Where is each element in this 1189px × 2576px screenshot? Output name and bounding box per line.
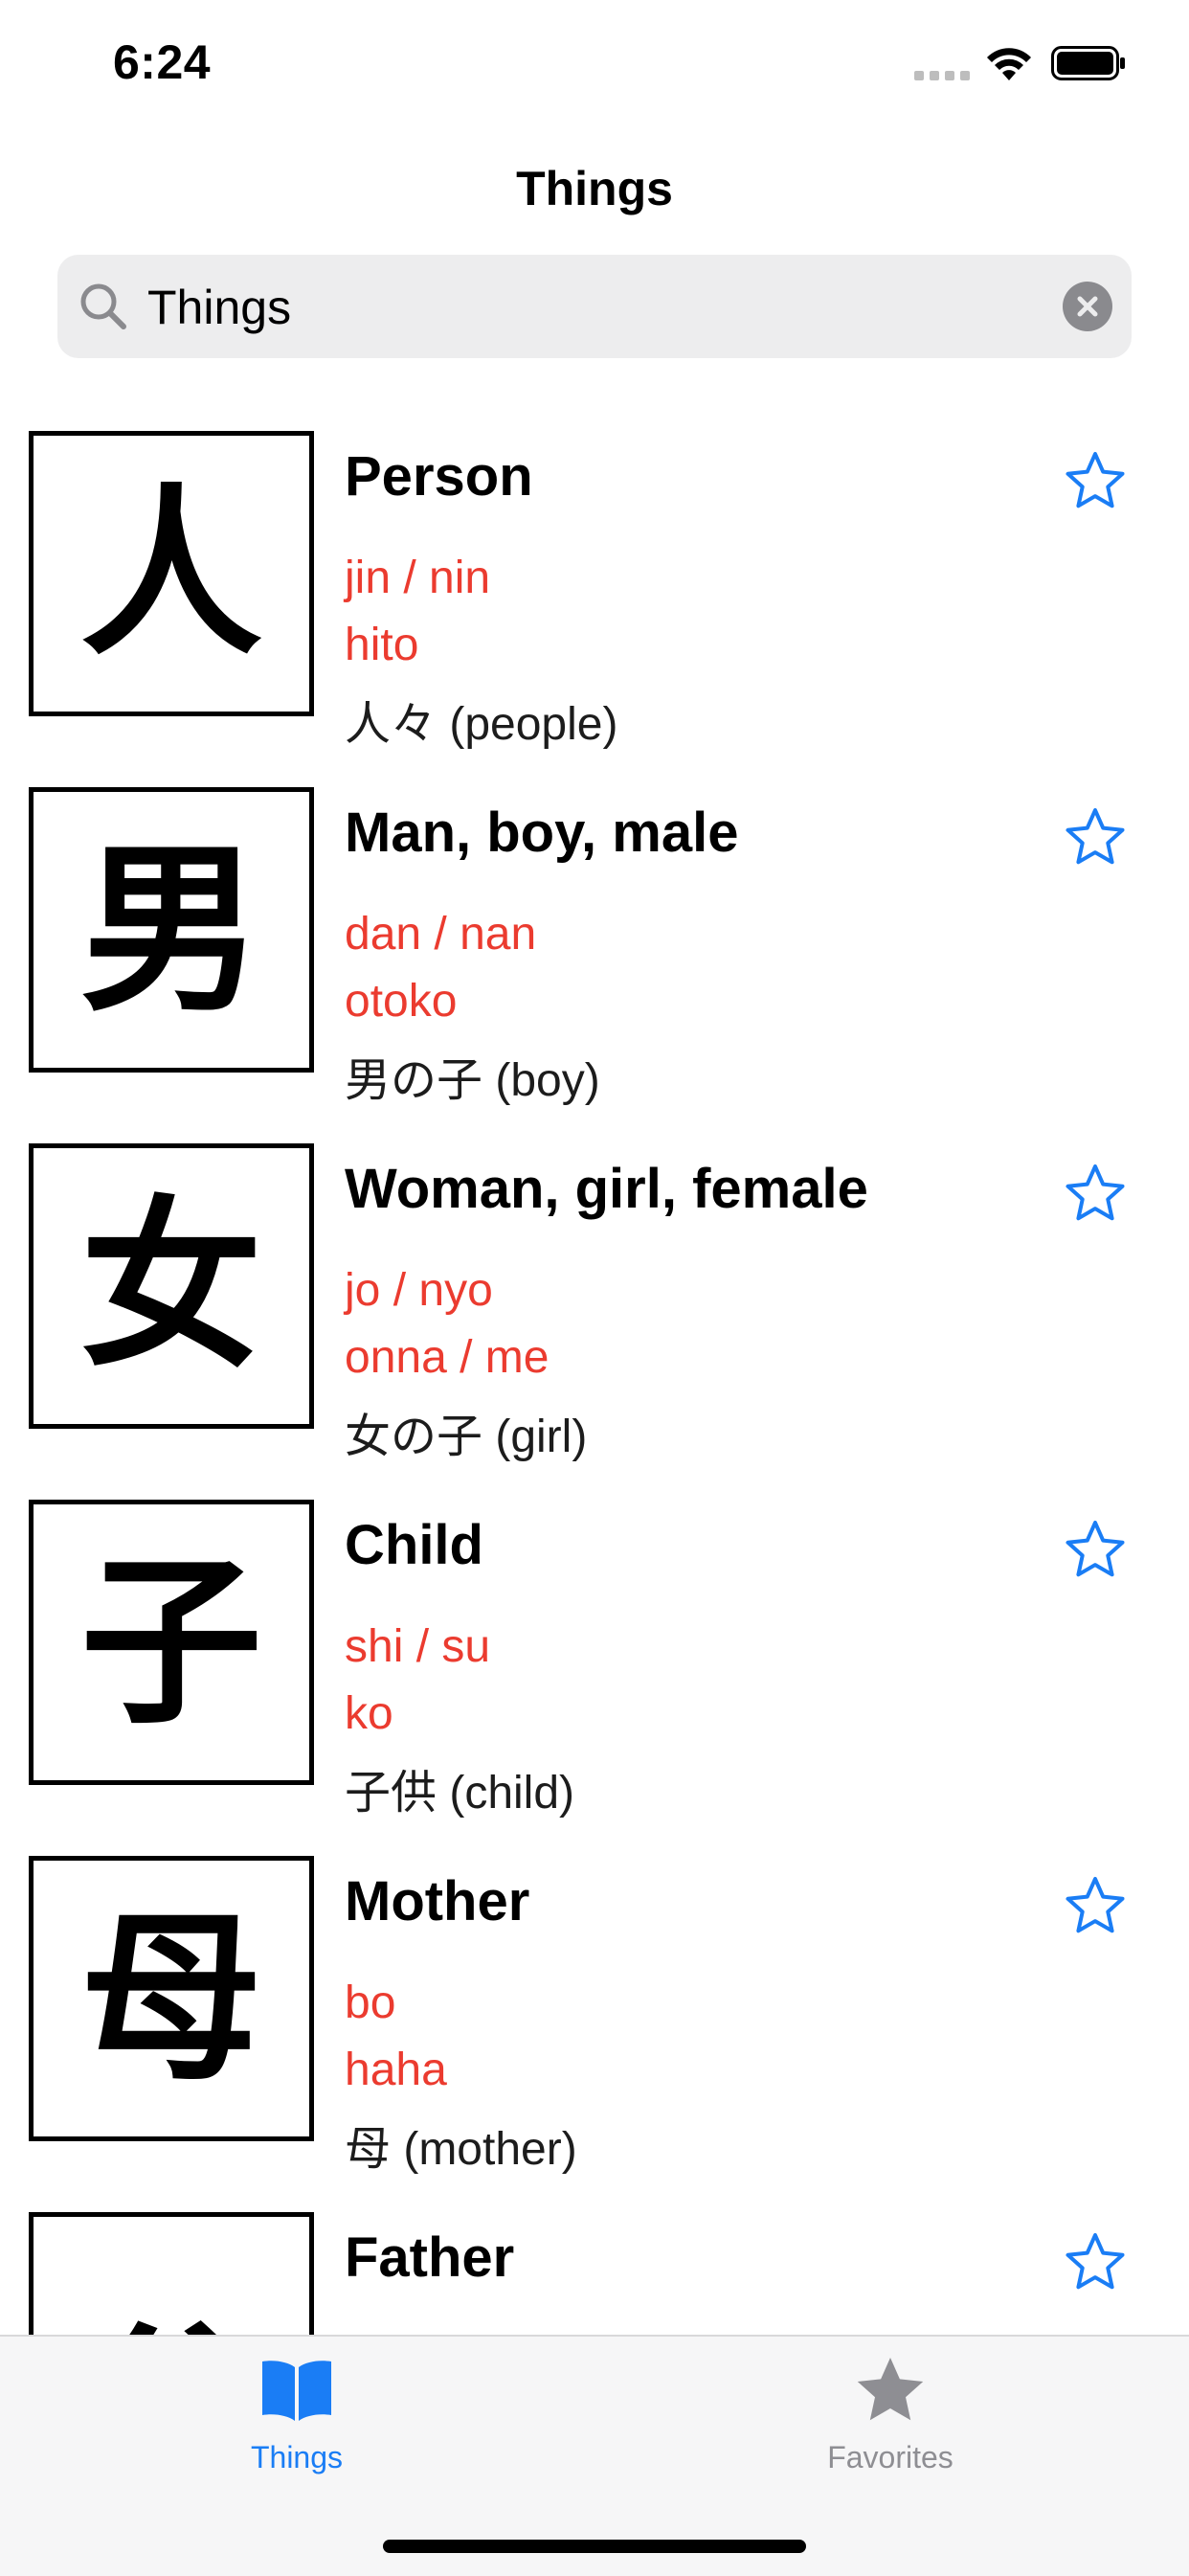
- battery-icon: [1051, 46, 1125, 80]
- list-item[interactable]: 女 Woman, girl, female jo / nyo onna / me…: [0, 1143, 1189, 1500]
- book-icon: [262, 2361, 331, 2421]
- favorite-star-icon[interactable]: [1065, 450, 1126, 511]
- wifi-icon: [987, 48, 1031, 80]
- list-item[interactable]: 男 Man, boy, male dan / nan otoko 男の子 (bo…: [0, 787, 1189, 1143]
- kanji-character: 人: [79, 466, 262, 680]
- tab-bar: Things Favorites: [0, 2335, 1189, 2576]
- kanji-meaning: Child: [345, 1514, 483, 1576]
- home-indicator: [383, 2540, 806, 2553]
- kun-reading: otoko: [345, 976, 458, 1027]
- kanji-meaning: Man, boy, male: [345, 802, 739, 864]
- kanji-character: 男: [79, 823, 262, 1036]
- example-word: 母 (mother): [345, 2124, 577, 2175]
- star-icon: [857, 2358, 924, 2421]
- kanji-image: 男: [29, 787, 314, 1073]
- status-bar: 6:24: [0, 0, 1189, 134]
- favorite-star-icon[interactable]: [1065, 1163, 1126, 1224]
- list-item[interactable]: 父 Father: [0, 2212, 1189, 2335]
- kanji-image: 子: [29, 1500, 314, 1785]
- favorite-star-icon[interactable]: [1065, 1875, 1126, 1936]
- kun-reading: onna / me: [345, 1332, 550, 1383]
- example-word: 人々 (people): [345, 699, 618, 750]
- kanji-meaning: Woman, girl, female: [345, 1158, 868, 1220]
- search-bar[interactable]: [57, 255, 1132, 358]
- favorite-star-icon[interactable]: [1065, 1519, 1126, 1580]
- kanji-character: 子: [79, 1535, 262, 1749]
- example-word: 男の子 (boy): [345, 1055, 600, 1106]
- kun-reading: hito: [345, 620, 419, 670]
- kanji-meaning: Father: [345, 2226, 515, 2289]
- kanji-image: 父: [29, 2212, 314, 2335]
- clear-search-button[interactable]: [1063, 282, 1112, 331]
- tab-favorites[interactable]: Favorites: [747, 2337, 1034, 2499]
- on-reading: jo / nyo: [345, 1265, 493, 1316]
- on-reading: dan / nan: [345, 909, 537, 960]
- kun-reading: haha: [345, 2045, 447, 2095]
- tab-label: Favorites: [827, 2440, 953, 2474]
- kanji-character: 母: [79, 1891, 262, 2105]
- favorite-star-icon[interactable]: [1065, 806, 1126, 868]
- status-time: 6:24: [113, 35, 212, 89]
- example-word: 女の子 (girl): [345, 1412, 588, 1462]
- kanji-meaning: Person: [345, 445, 533, 508]
- tab-label: Things: [250, 2440, 344, 2474]
- kanji-character: 女: [79, 1179, 262, 1392]
- example-word: 子供 (child): [345, 1768, 575, 1819]
- kanji-image: 女: [29, 1143, 314, 1429]
- list-item[interactable]: 人 Person jin / nin hito 人々 (people): [0, 431, 1189, 787]
- kanji-list[interactable]: 人 Person jin / nin hito 人々 (people) 男 Ma…: [0, 431, 1189, 2335]
- close-icon: [1077, 296, 1098, 317]
- tab-things[interactable]: Things: [153, 2337, 440, 2499]
- cellular-signal-icon: [914, 71, 970, 80]
- list-item[interactable]: 子 Child shi / su ko 子供 (child): [0, 1500, 1189, 1856]
- list-item[interactable]: 母 Mother bo haha 母 (mother): [0, 1856, 1189, 2212]
- kanji-character: 父: [80, 2321, 262, 2336]
- on-reading: jin / nin: [345, 553, 491, 603]
- on-reading: shi / su: [345, 1621, 491, 1672]
- page-title: Things: [516, 162, 673, 215]
- on-reading: bo: [345, 1977, 396, 2028]
- favorite-star-icon[interactable]: [1065, 2231, 1126, 2293]
- kanji-image: 人: [29, 431, 314, 716]
- search-icon: [80, 283, 126, 329]
- search-input[interactable]: [146, 264, 1011, 350]
- kun-reading: ko: [345, 1688, 393, 1739]
- kanji-meaning: Mother: [345, 1870, 530, 1932]
- kanji-image: 母: [29, 1856, 314, 2141]
